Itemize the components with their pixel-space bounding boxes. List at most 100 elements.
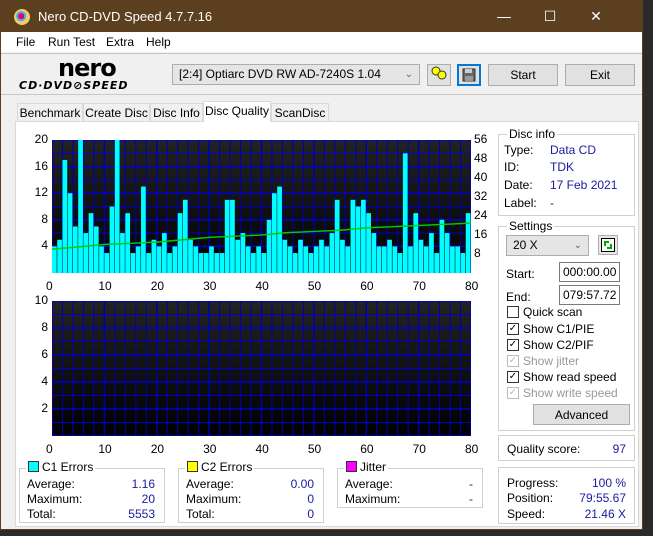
type-value: Data CD: [550, 143, 597, 157]
c1-bar: [303, 246, 309, 273]
c1-bar: [209, 246, 214, 273]
close-button[interactable]: ✕: [573, 1, 619, 32]
c1-total-label: Total:: [27, 507, 56, 521]
checkbox-show-c1-pie[interactable]: ✓: [507, 323, 519, 335]
save-button[interactable]: [457, 64, 481, 86]
c1-bar: [72, 226, 78, 273]
x-tick-label: 50: [307, 442, 322, 456]
end-time-input[interactable]: 079:57.72: [559, 285, 620, 305]
y-tick-label: 8: [41, 211, 48, 226]
tab-disc-quality[interactable]: Disc Quality: [203, 101, 271, 122]
c1-bar: [355, 206, 361, 273]
y-tick-label: 8: [41, 320, 48, 334]
y-tick-label: 6: [41, 347, 48, 361]
speed-select[interactable]: 20 X ⌄: [506, 235, 589, 256]
label-label: Label:: [504, 196, 537, 210]
exit-button[interactable]: Exit: [565, 64, 635, 86]
c1-chart-svg: [52, 140, 471, 273]
checkbox-show-c2-pif[interactable]: ✓: [507, 339, 519, 351]
c1-bar: [287, 246, 293, 273]
id-label: ID:: [504, 160, 520, 174]
toolbar: nero CD·DVD⊘SPEED [2:4] Optiarc DVD RW A…: [1, 53, 642, 95]
c1-bar: [444, 233, 450, 273]
minimize-button[interactable]: —: [481, 1, 527, 32]
jitter-average-value: -: [469, 477, 473, 491]
jitter-maximum-label: Maximum:: [345, 492, 401, 506]
drive-select[interactable]: [2:4] Optiarc DVD RW AD-7240S 1.04 ⌄: [172, 64, 420, 85]
c1-bar: [345, 246, 351, 273]
checkbox-label: Show jitter: [523, 354, 580, 368]
c1-bar: [387, 239, 392, 273]
c2-maximum-label: Maximum:: [186, 492, 242, 506]
c1-bar: [251, 253, 256, 273]
x-tick-label: 70: [412, 279, 426, 293]
c2-total-value: 0: [307, 507, 314, 521]
jitter-average-label: Average:: [345, 477, 393, 491]
tab-benchmark[interactable]: Benchmark: [17, 103, 83, 121]
checkbox-show-jitter: ✓: [507, 355, 519, 367]
c1-bar: [83, 233, 89, 273]
advanced-button[interactable]: Advanced: [533, 404, 630, 425]
y-tick-label: 12: [34, 185, 48, 200]
tab-scandisc[interactable]: ScanDisc: [271, 103, 329, 121]
x-tick-label: 50: [307, 279, 322, 293]
chain-link-icon: [431, 66, 447, 80]
x-tick-label: 30: [203, 279, 217, 293]
c1-maximum-value: 20: [141, 492, 155, 506]
checkbox-quick-scan[interactable]: [507, 306, 519, 318]
c2-chart-svg: [52, 301, 471, 436]
c1-title: C1 Errors: [42, 460, 94, 474]
c1-bar: [460, 253, 466, 273]
start-time-input[interactable]: 000:00.00: [559, 262, 620, 282]
c1-bar: [361, 199, 366, 273]
c1-bar: [313, 246, 319, 273]
maximize-button[interactable]: ☐: [527, 1, 573, 32]
y2-tick-label: 40: [474, 170, 488, 184]
c1-bar: [141, 186, 146, 273]
chevron-down-icon: ⌄: [573, 240, 582, 251]
y2-tick-label: 48: [474, 151, 488, 165]
drive-info-button[interactable]: [427, 64, 451, 86]
menu-file[interactable]: File: [16, 35, 35, 49]
y-tick-label: 10: [34, 293, 48, 307]
menu-run-test[interactable]: Run Test: [48, 35, 95, 49]
menu-help[interactable]: Help: [146, 35, 171, 49]
c1-bar: [455, 246, 461, 273]
checkbox-label: Quick scan: [523, 305, 583, 319]
quality-score-value: 97: [612, 442, 626, 456]
menu-bar: File Run Test Extra Help: [1, 32, 642, 52]
speed-label: Speed:: [507, 507, 546, 521]
c1-bar: [182, 199, 188, 273]
tab-disc-info[interactable]: Disc Info: [150, 103, 203, 121]
speed-value: 20 X: [513, 238, 538, 252]
c1-bar: [334, 199, 340, 273]
c1-bar: [161, 233, 167, 273]
c1-bar: [319, 239, 324, 273]
c1-bar: [350, 199, 356, 273]
tab-create-disc[interactable]: Create Disc: [83, 103, 150, 121]
c1-bar: [402, 153, 408, 273]
c1-bar: [261, 253, 267, 273]
jitter-title: Jitter: [360, 460, 387, 474]
c1-bar: [418, 239, 424, 273]
c1-bar: [292, 253, 298, 273]
x-tick-label: 60: [360, 442, 374, 456]
refresh-speed-button[interactable]: [598, 235, 618, 255]
c1-bar: [439, 219, 445, 273]
c1-bar: [193, 246, 199, 273]
start-button[interactable]: Start: [488, 64, 558, 86]
quality-score-label: Quality score:: [507, 442, 581, 456]
checkbox-show-read-speed[interactable]: ✓: [507, 371, 519, 383]
jitter-color-swatch: [346, 461, 357, 472]
c2-average-value: 0.00: [290, 477, 314, 491]
c1-bar: [392, 246, 398, 273]
c1-average-label: Average:: [27, 477, 75, 491]
checkbox-label: Show write speed: [523, 386, 618, 400]
refresh-icon: [601, 238, 615, 252]
c1-bar: [167, 253, 172, 273]
menu-extra[interactable]: Extra: [106, 35, 134, 49]
chevron-down-icon: ⌄: [404, 69, 413, 80]
c1-bar: [135, 246, 141, 273]
c1-bar: [413, 213, 419, 273]
c2-chart: [52, 301, 471, 436]
